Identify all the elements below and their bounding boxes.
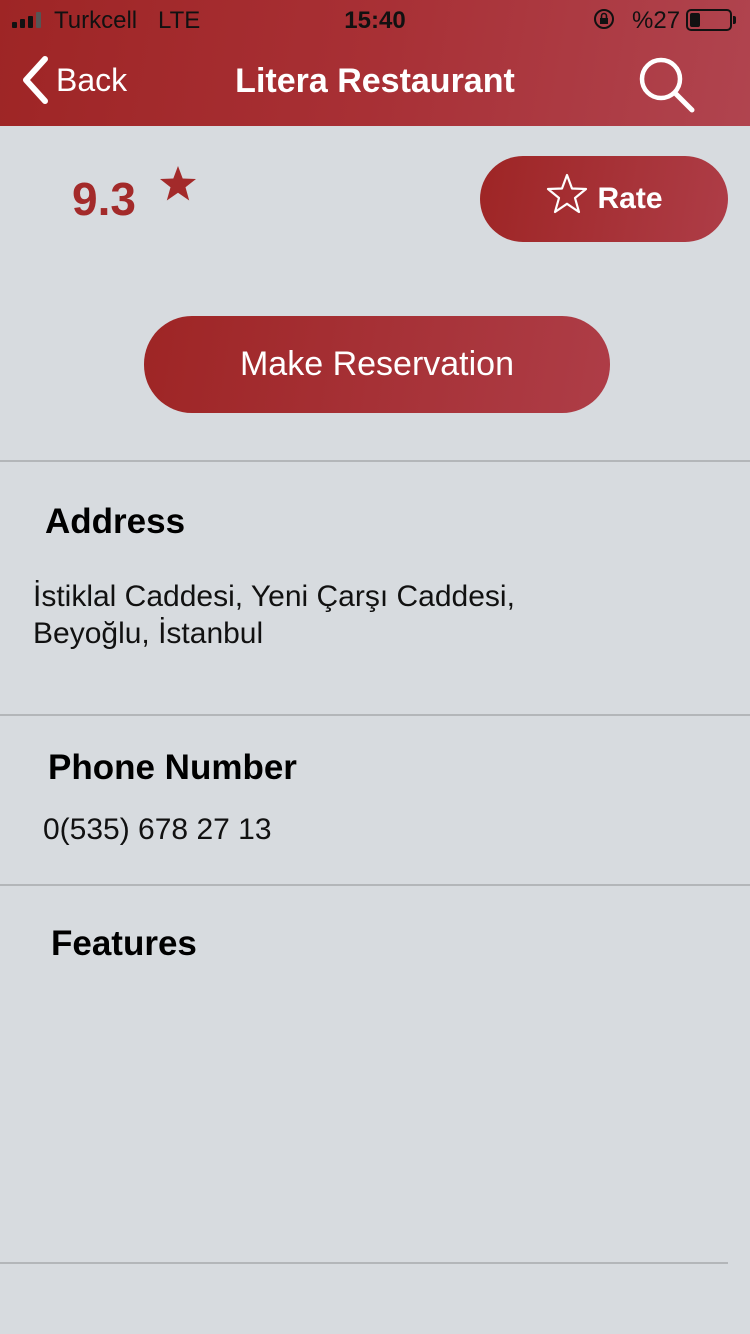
star-filled-icon <box>160 166 196 201</box>
divider <box>0 460 750 462</box>
divider <box>0 714 750 716</box>
rate-label: Rate <box>597 182 663 215</box>
star-outline-icon <box>547 173 588 214</box>
make-reservation-button[interactable]: Make Reservation <box>144 316 610 413</box>
address-line-2: Beyoğlu, İstanbul <box>33 617 264 650</box>
nav-bar: Turkcell LTE 15:40 %27 Back Litera Resta… <box>0 0 750 126</box>
orientation-lock-icon <box>594 9 614 29</box>
phone-number[interactable]: 0(535) 678 27 13 <box>43 811 272 848</box>
address-line-1: İstiklal Caddesi, Yeni Çarşı Caddesi, <box>33 580 515 613</box>
phone-title: Phone Number <box>48 748 297 787</box>
battery-level-fill <box>690 13 700 27</box>
address-title: Address <box>45 502 186 541</box>
battery-percent: %27 <box>632 7 681 34</box>
status-bar: Turkcell LTE 15:40 %27 <box>0 0 750 40</box>
features-title: Features <box>51 924 197 963</box>
divider <box>0 1262 728 1264</box>
divider <box>0 884 750 886</box>
battery-icon <box>686 9 736 31</box>
rate-button[interactable]: Rate <box>480 156 728 242</box>
search-icon[interactable] <box>636 54 696 114</box>
rating-score: 9.3 <box>72 173 136 225</box>
